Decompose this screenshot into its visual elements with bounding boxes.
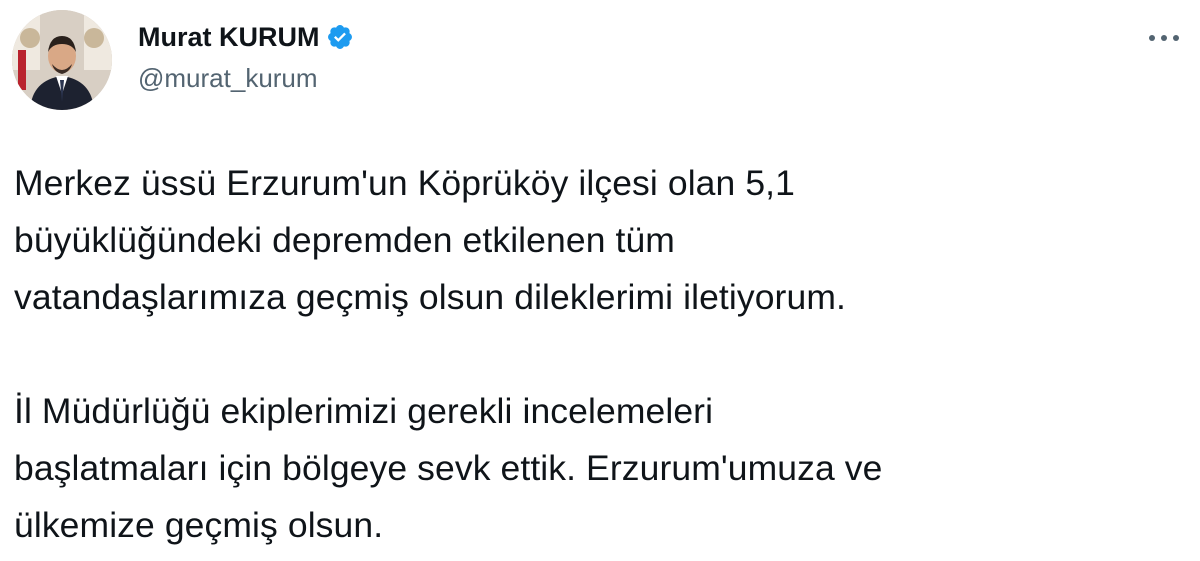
author-avatar[interactable] [12, 10, 112, 110]
avatar-photo-icon [12, 10, 112, 110]
tweet-paragraph-2: İl Müdürlüğü ekiplerimizi gerekli incele… [14, 391, 883, 545]
more-horizontal-icon [1149, 35, 1179, 41]
tweet-card: Murat KURUM @murat_kurum Merkez üssü Erz… [0, 0, 1200, 561]
author-handle[interactable]: @murat_kurum [138, 62, 354, 94]
verified-badge-icon [326, 23, 354, 51]
tweet-header: Murat KURUM @murat_kurum [138, 20, 354, 94]
name-row: Murat KURUM [138, 20, 354, 54]
more-options-button[interactable] [1142, 22, 1186, 54]
tweet-paragraph-1: Merkez üssü Erzurum'un Köprüköy ilçesi o… [14, 163, 846, 317]
display-name[interactable]: Murat KURUM [138, 20, 320, 54]
tweet-text: Merkez üssü Erzurum'un Köprüköy ilçesi o… [14, 155, 1184, 554]
